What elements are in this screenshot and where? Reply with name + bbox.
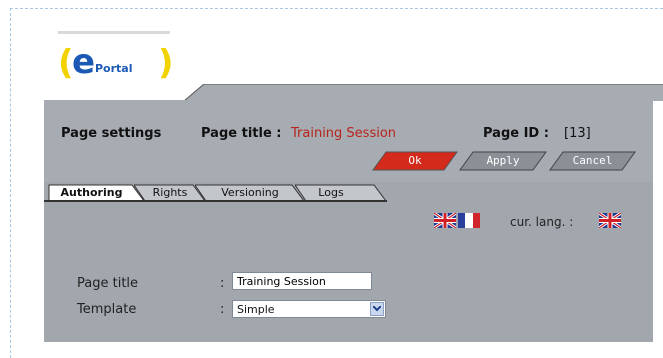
dashed-frame-top: [10, 8, 663, 9]
page-title-input[interactable]: [232, 272, 372, 290]
eportal-logo: ( e Portal ): [58, 31, 174, 91]
cancel-button[interactable]: Cancel: [549, 151, 636, 171]
tabs-underline: [44, 200, 387, 202]
tab-versioning-label: Versioning: [221, 186, 279, 199]
current-language-flag-icon: [599, 213, 621, 228]
tab-authoring-label: Authoring: [60, 186, 123, 199]
page-settings-panel: Page settings Page title : Training Sess…: [44, 100, 653, 342]
template-select[interactable]: Simple: [232, 300, 386, 318]
apply-button-label: Apply: [486, 154, 520, 167]
dashed-frame-left: [10, 8, 11, 358]
page-id-label: Page ID :: [483, 126, 549, 141]
template-field-label: Template: [77, 302, 137, 317]
page-title-field-colon: :: [220, 276, 225, 291]
page-title-value: Training Session: [291, 126, 397, 141]
page-title-label: Page title :: [201, 126, 282, 141]
template-field-colon: :: [220, 302, 225, 317]
page-settings-label: Page settings: [61, 126, 162, 141]
template-select-value: Simple: [237, 303, 275, 316]
tab-authoring[interactable]: Authoring: [48, 184, 145, 202]
page-title-field-label: Page title: [77, 276, 139, 291]
logo-word: Portal: [95, 62, 133, 75]
current-language-label: cur. lang. :: [510, 215, 574, 229]
chevron-down-icon[interactable]: [370, 302, 384, 316]
uk-flag-icon[interactable]: [434, 213, 456, 228]
cancel-button-label: Cancel: [572, 154, 613, 167]
settings-tabs: Authoring Rights Versioning Logs: [48, 182, 388, 202]
panel-header-tab-shape: [44, 84, 663, 101]
logo-right-paren: ): [158, 43, 174, 83]
page-id-value: [13]: [564, 126, 591, 141]
apply-button[interactable]: Apply: [459, 151, 547, 171]
logo-mark: e: [72, 42, 96, 82]
tab-versioning[interactable]: Versioning: [195, 184, 305, 202]
tab-logs[interactable]: Logs: [295, 184, 387, 202]
logo-underline: [58, 31, 170, 34]
ok-button-label: Ok: [408, 154, 422, 167]
france-flag-icon[interactable]: [458, 213, 480, 228]
tab-logs-label: Logs: [318, 186, 344, 199]
ok-button[interactable]: Ok: [372, 151, 458, 171]
language-flags: [434, 213, 494, 229]
